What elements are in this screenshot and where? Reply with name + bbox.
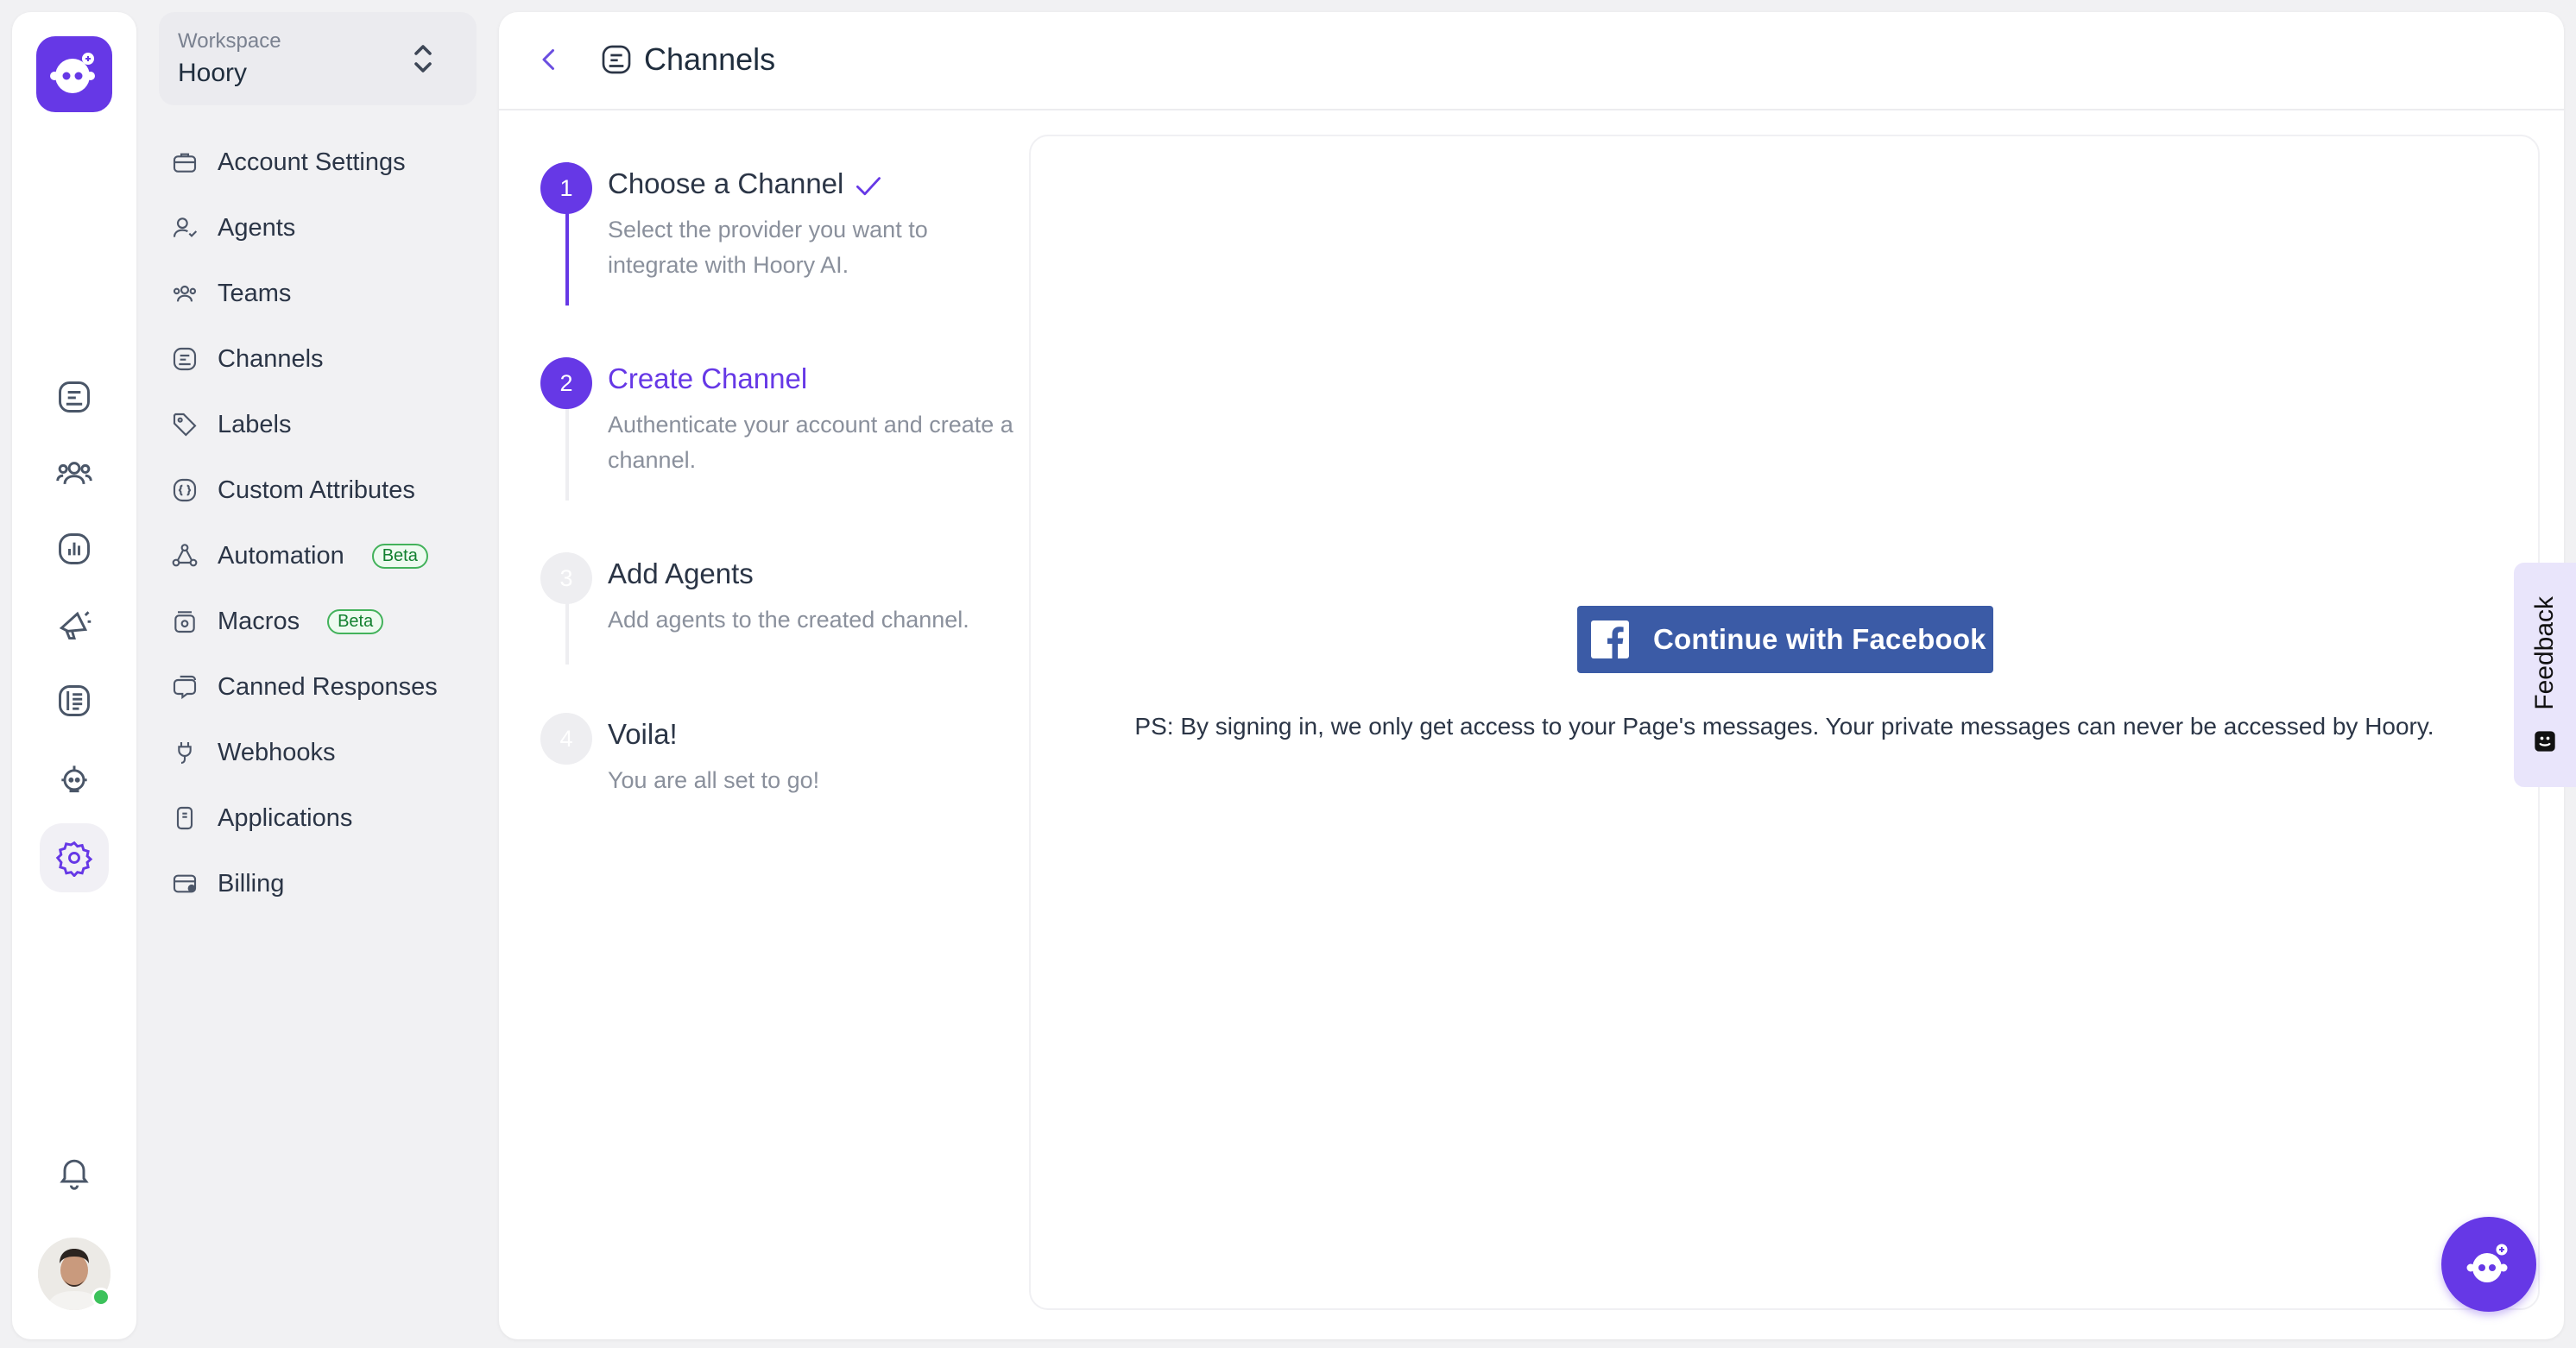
icon-rail: [12, 12, 136, 1339]
sidebar-item-teams[interactable]: Teams: [169, 261, 480, 326]
campaigns-icon[interactable]: [47, 597, 102, 652]
feedback-label: Feedback: [2530, 596, 2559, 710]
step-title: Voila!: [608, 718, 678, 750]
sidebar-item-label: Canned Responses: [218, 672, 438, 701]
sidebar-item-labels[interactable]: Labels: [169, 392, 480, 457]
sidebar-item-label: Teams: [218, 279, 292, 307]
sidebar-item-label: Custom Attributes: [218, 476, 415, 504]
sidebar-item-billing[interactable]: Billing: [169, 851, 480, 917]
help-center-icon[interactable]: [47, 673, 102, 728]
sidebar-item-custom-attributes[interactable]: Custom Attributes: [169, 457, 480, 523]
sidebar-item-agents[interactable]: Agents: [169, 195, 480, 261]
conversations-icon[interactable]: [47, 369, 102, 425]
settings-gear-icon[interactable]: [40, 823, 109, 892]
main-panel: Channels 1 Choose a Channel Select the p…: [499, 12, 2564, 1339]
sidebar-item-label: Automation: [218, 541, 344, 570]
chevron-up-down-icon: [411, 43, 435, 74]
sidebar-item-label: Webhooks: [218, 738, 336, 766]
back-arrow-icon[interactable]: [534, 44, 565, 75]
agent-icon: [169, 212, 200, 243]
sidebar-item-label: Agents: [218, 213, 296, 242]
online-status-indicator: [92, 1288, 110, 1307]
step-title-text: Choose a Channel: [608, 167, 844, 199]
facebook-logo-icon: [1589, 619, 1631, 660]
step-description: Select the provider you want to integrat…: [608, 217, 928, 278]
channels-icon: [169, 343, 200, 375]
sidebar-item-label: Account Settings: [218, 148, 406, 176]
settings-sidebar: Workspace Hoory Account Settings Agents …: [138, 0, 499, 1348]
facebook-button-label: Continue with Facebook: [1653, 623, 1986, 655]
step-number: 3: [540, 552, 592, 604]
tag-icon: [169, 409, 200, 440]
webhook-icon: [169, 737, 200, 768]
teams-icon: [169, 278, 200, 309]
canned-responses-icon: [169, 671, 200, 702]
page-title: Channels: [644, 41, 776, 77]
sidebar-item-label: Billing: [218, 869, 285, 898]
step-title: Choose a Channel: [608, 167, 883, 200]
feedback-smile-icon: [2533, 729, 2557, 753]
sidebar-item-applications[interactable]: Applications: [169, 785, 480, 851]
workspace-switcher[interactable]: Workspace Hoory: [159, 12, 477, 105]
beta-badge: Beta: [327, 608, 384, 634]
step-number: 1: [540, 162, 592, 214]
step-title: Create Channel: [608, 362, 808, 394]
sidebar-item-label: Channels: [218, 344, 324, 373]
sidebar-item-macros[interactable]: Macros Beta: [169, 589, 480, 654]
contacts-icon[interactable]: [47, 445, 102, 501]
channels-icon: [599, 42, 634, 77]
chat-widget-bot-icon[interactable]: [2441, 1217, 2536, 1312]
checkmark-icon: [854, 173, 883, 198]
sidebar-item-webhooks[interactable]: Webhooks: [169, 720, 480, 785]
sidebar-item-label: Labels: [218, 410, 292, 438]
billing-icon: [169, 868, 200, 899]
hoory-logo-icon[interactable]: [36, 36, 112, 112]
notifications-bell-icon[interactable]: [47, 1144, 102, 1200]
sidebar-item-label: Applications: [218, 803, 353, 832]
beta-badge: Beta: [371, 543, 428, 569]
step-description: Add agents to the created channel.: [608, 607, 969, 633]
sidebar-item-canned-responses[interactable]: Canned Responses: [169, 654, 480, 720]
step-title: Add Agents: [608, 557, 754, 589]
briefcase-icon: [169, 147, 200, 178]
page-header: Channels: [499, 12, 2564, 110]
privacy-note: PS: By signing in, we only get access to…: [1134, 713, 2434, 740]
macros-icon: [169, 606, 200, 637]
applications-icon: [169, 803, 200, 834]
reports-icon[interactable]: [47, 521, 102, 576]
bot-icon[interactable]: [47, 751, 102, 806]
sidebar-item-account-settings[interactable]: Account Settings: [169, 129, 480, 195]
continue-with-facebook-button[interactable]: Continue with Facebook: [1577, 606, 1993, 673]
sidebar-item-automation[interactable]: Automation Beta: [169, 523, 480, 589]
step-description: Authenticate your account and create a c…: [608, 412, 1013, 473]
step-number: 4: [540, 713, 592, 765]
automation-icon: [169, 540, 200, 571]
custom-attributes-icon: [169, 475, 200, 506]
settings-nav: Account Settings Agents Teams Channels L…: [169, 129, 480, 917]
sidebar-item-label: Macros: [218, 607, 300, 635]
sidebar-item-channels[interactable]: Channels: [169, 326, 480, 392]
step-description: You are all set to go!: [608, 767, 820, 793]
feedback-tab[interactable]: Feedback: [2514, 563, 2576, 787]
step-number: 2: [540, 357, 592, 409]
wizard-steps: 1 Choose a Channel Select the provider y…: [499, 110, 1026, 1336]
channel-setup-card: Continue with Facebook PS: By signing in…: [1029, 135, 2540, 1310]
